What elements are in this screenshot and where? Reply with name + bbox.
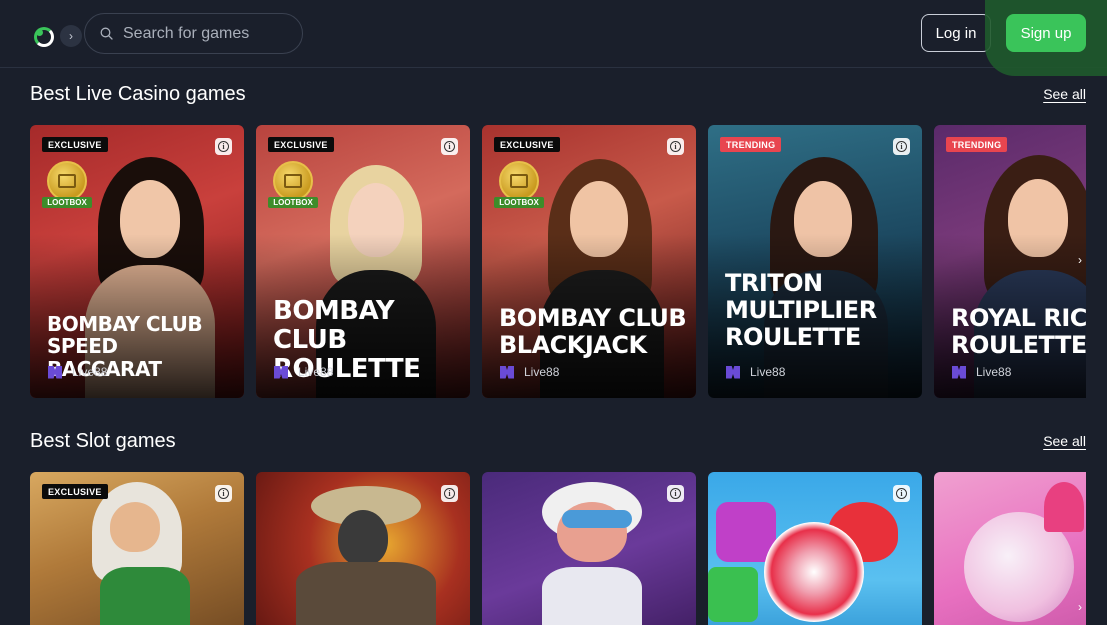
provider: Live88 — [48, 365, 107, 379]
live88-icon — [952, 365, 966, 379]
provider: Live88 — [952, 365, 1011, 379]
next-arrow-live-casino[interactable]: › — [1074, 250, 1086, 270]
lootbox-icon — [499, 161, 539, 201]
provider-name: Live88 — [72, 365, 108, 379]
character-face — [110, 502, 160, 552]
lootbox-badge: LOOTBOX — [494, 161, 544, 208]
game-card[interactable]: i — [482, 472, 696, 625]
live-casino-row: EXCLUSIVE i LOOTBOX BOMBAY CLUB SPEED BA… — [30, 125, 1086, 398]
character-body — [296, 562, 436, 625]
game-card[interactable]: EXCLUSIVE i LOOTBOX BOMBAY CLUB SPEED BA… — [30, 125, 244, 398]
lootbox-label: LOOTBOX — [42, 197, 92, 208]
info-button[interactable]: i — [893, 138, 910, 155]
info-icon: i — [218, 141, 229, 152]
trending-badge: TRENDING — [946, 137, 1008, 152]
info-icon: i — [896, 141, 907, 152]
sidebar-expand-button[interactable]: › — [60, 25, 82, 47]
game-title-text: ROYAL RICHES ROULETTE — [951, 304, 1086, 359]
exclusive-badge: EXCLUSIVE — [268, 137, 334, 152]
info-icon: i — [670, 141, 681, 152]
info-icon: i — [670, 488, 681, 499]
lootbox-badge: LOOTBOX — [42, 161, 92, 208]
provider-name: Live88 — [976, 365, 1012, 379]
provider-name: Live88 — [750, 365, 786, 379]
search-input[interactable] — [123, 24, 283, 43]
candy-lollipop — [764, 522, 864, 622]
game-title: BOMBAY CLUB BLACKJACK — [499, 304, 687, 359]
search-bar[interactable] — [84, 13, 303, 54]
live88-icon — [726, 365, 740, 379]
game-card[interactable]: TRENDING i TRITON MULTIPLIER ROULETTE Li… — [708, 125, 922, 398]
lootbox-label: LOOTBOX — [494, 197, 544, 208]
lootbox-badge: LOOTBOX — [268, 161, 318, 208]
candy-green — [708, 567, 758, 622]
game-title: TRITON MULTIPLIER ROULETTE — [725, 269, 877, 351]
provider-name: Live88 — [524, 365, 560, 379]
game-card[interactable]: i — [708, 472, 922, 625]
next-arrow-slots[interactable]: › — [1074, 597, 1086, 617]
info-icon: i — [444, 141, 455, 152]
trending-badge: TRENDING — [720, 137, 782, 152]
see-all-slots-link[interactable]: See all — [1043, 433, 1086, 449]
info-button[interactable]: i — [893, 485, 910, 502]
exclusive-badge: EXCLUSIVE — [42, 484, 108, 499]
goggles — [562, 510, 632, 528]
see-all-live-casino-link[interactable]: See all — [1043, 86, 1086, 102]
game-card[interactable]: TRENDING ROYAL RICHES ROULETTE Live88 — [934, 125, 1086, 398]
info-button[interactable]: i — [215, 138, 232, 155]
chevron-right-icon: › — [1078, 600, 1082, 614]
chevron-right-icon: › — [1078, 253, 1082, 267]
lootbox-icon — [47, 161, 87, 201]
exclusive-badge: EXCLUSIVE — [494, 137, 560, 152]
info-button[interactable]: i — [215, 485, 232, 502]
live88-icon — [500, 365, 514, 379]
lootbox-label: LOOTBOX — [268, 197, 318, 208]
provider: Live88 — [500, 365, 559, 379]
game-card[interactable]: EXCLUSIVE i LOOTBOX BOMBAY CLUB BLACKJAC… — [482, 125, 696, 398]
provider: Live88 — [274, 365, 333, 379]
character-body — [100, 567, 190, 625]
signup-button[interactable]: Sign up — [1006, 14, 1086, 52]
provider-name: Live88 — [298, 365, 334, 379]
section-title-slots: Best Slot games — [30, 430, 176, 452]
game-title: ROYAL RICHES ROULETTE — [951, 305, 1086, 359]
game-card[interactable]: EXCLUSIVE i — [30, 472, 244, 625]
provider: Live88 — [726, 365, 785, 379]
info-icon: i — [218, 488, 229, 499]
info-button[interactable]: i — [667, 485, 684, 502]
game-card[interactable] — [934, 472, 1086, 625]
info-button[interactable]: i — [441, 138, 458, 155]
info-icon: i — [444, 488, 455, 499]
character-body — [542, 567, 642, 625]
character-face — [338, 510, 388, 566]
game-card[interactable]: EXCLUSIVE i LOOTBOX BOMBAY CLUB ROULETTE… — [256, 125, 470, 398]
info-button[interactable]: i — [667, 138, 684, 155]
lootbox-icon — [273, 161, 313, 201]
info-button[interactable]: i — [441, 485, 458, 502]
search-icon — [100, 27, 113, 40]
section-title-live-casino: Best Live Casino games — [30, 83, 246, 105]
game-card[interactable]: i — [256, 472, 470, 625]
chevron-right-icon: › — [69, 29, 73, 43]
login-button[interactable]: Log in — [921, 14, 991, 52]
info-icon: i — [896, 488, 907, 499]
rocket-tip — [1044, 482, 1084, 532]
exclusive-badge: EXCLUSIVE — [42, 137, 108, 152]
live88-icon — [48, 365, 62, 379]
live88-icon — [274, 365, 288, 379]
slots-row: EXCLUSIVE i i i i — [30, 472, 1086, 625]
logo-dot — [36, 29, 43, 36]
